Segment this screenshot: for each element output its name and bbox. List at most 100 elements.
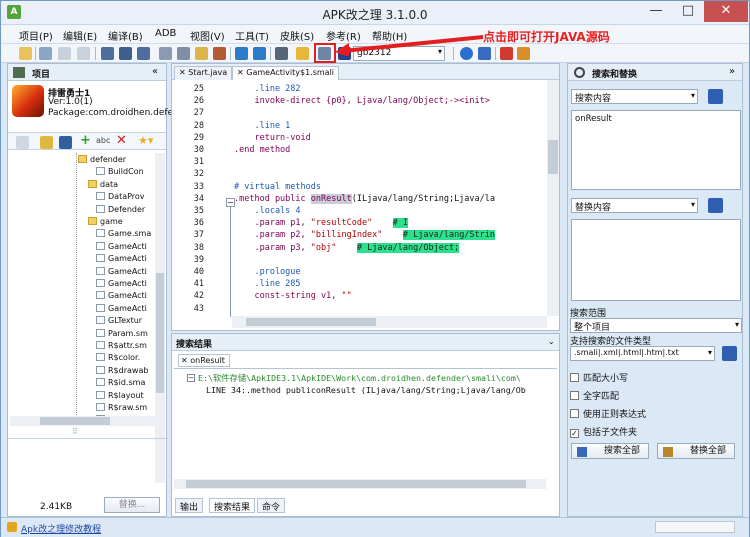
replace-dialog-button[interactable]: 替换... bbox=[104, 497, 160, 513]
delete-icon[interactable] bbox=[213, 47, 226, 60]
tree-folder[interactable]: data bbox=[88, 179, 118, 192]
open-icon[interactable] bbox=[19, 47, 32, 60]
tab-gameactivity-smali[interactable]: ✕ GameActivity$1.smali bbox=[232, 66, 340, 80]
tree-file[interactable]: GameActi bbox=[96, 303, 147, 316]
option-whole-word[interactable]: 全字匹配 bbox=[570, 389, 619, 402]
search-all-button[interactable]: 搜索全部 bbox=[571, 443, 649, 459]
menu-project[interactable]: 项目(P) bbox=[19, 28, 53, 43]
result-match-line[interactable]: LINE 34:.method publiconResult (ILjava/l… bbox=[206, 385, 526, 395]
tree-file-icon[interactable] bbox=[16, 136, 29, 149]
cut-icon[interactable] bbox=[159, 47, 172, 60]
tab-start-java[interactable]: ✕ Start.java bbox=[174, 66, 233, 80]
tree-file[interactable]: GameActi bbox=[96, 254, 147, 266]
replace-label-select[interactable]: 替换内容 ▾ bbox=[571, 198, 698, 213]
tree-save-icon[interactable] bbox=[59, 136, 72, 149]
maximize-button[interactable]: □ bbox=[673, 1, 703, 22]
scope-select[interactable]: 整个项目 ▾ bbox=[570, 318, 742, 333]
tree-file[interactable]: R$attr.sm bbox=[96, 341, 147, 353]
minimize-button[interactable]: — bbox=[641, 1, 671, 22]
code-token: # I bbox=[392, 218, 409, 229]
tree-file[interactable]: R$raw.sm bbox=[96, 403, 147, 415]
tutorial-link[interactable]: Apk改之理修改教程 bbox=[21, 522, 101, 535]
replace-input[interactable] bbox=[571, 219, 741, 301]
build-icon[interactable] bbox=[296, 47, 309, 60]
replace-all-button[interactable]: 替换全部 bbox=[657, 443, 735, 459]
project-version: Ver:1.0(1) bbox=[48, 97, 93, 107]
save-all-icon[interactable] bbox=[119, 47, 132, 60]
tree-folder-icon[interactable] bbox=[40, 136, 53, 149]
tree-file[interactable]: BuildCon bbox=[96, 167, 144, 179]
option-include-subfolders[interactable]: ✓ 包括子文件夹 bbox=[570, 425, 637, 438]
tree-folder[interactable]: game bbox=[88, 217, 123, 229]
redo-icon[interactable] bbox=[253, 47, 266, 60]
menu-build[interactable]: 编译(B) bbox=[108, 28, 143, 43]
code-token: .line 285 bbox=[234, 279, 301, 290]
expand-result-icon[interactable]: − bbox=[187, 374, 195, 382]
scissors-icon[interactable] bbox=[177, 47, 190, 60]
delete-node-icon[interactable]: ✕ bbox=[116, 133, 127, 148]
option-match-case[interactable]: 匹配大小写 bbox=[570, 371, 628, 384]
tab-output[interactable]: 输出 bbox=[175, 498, 204, 513]
line-number-gutter: 25 26 27 28 29 30 31 32 33 34 35 36 37 38 39 40 41 42 43 bbox=[174, 80, 232, 330]
code-token: # Ljava/lang/Strin bbox=[402, 230, 496, 241]
tree-file[interactable]: R$drawab bbox=[96, 365, 148, 378]
result-file-path[interactable]: E:\软件存储\ApkIDE3.1\ApkIDE\Work\com.droidh… bbox=[198, 372, 521, 384]
collapse-results-icon[interactable]: ⌄ bbox=[548, 337, 555, 346]
replace-options-icon[interactable] bbox=[708, 198, 723, 213]
rename-icon[interactable]: abc bbox=[96, 136, 110, 145]
undo-icon[interactable] bbox=[235, 47, 248, 60]
file-icon bbox=[96, 167, 105, 176]
menu-edit[interactable]: 编辑(E) bbox=[63, 28, 97, 43]
fold-toggle-icon[interactable]: − bbox=[226, 198, 235, 207]
menu-skin[interactable]: 皮肤(S) bbox=[280, 28, 314, 43]
record-icon[interactable] bbox=[500, 47, 513, 60]
tree-file[interactable]: Game.sma bbox=[96, 229, 151, 241]
editor-hscrollbar[interactable] bbox=[232, 316, 547, 328]
collapse-search-icon[interactable]: » bbox=[729, 66, 735, 77]
find-label-select[interactable]: 搜索内容 ▾ bbox=[571, 89, 698, 104]
panel-splitter-icon[interactable]: ⠿ bbox=[72, 427, 78, 436]
tree-file[interactable]: GameActi bbox=[96, 241, 147, 254]
new-icon[interactable] bbox=[39, 47, 52, 60]
tree-file[interactable]: GameActi bbox=[96, 279, 147, 291]
paste-icon[interactable] bbox=[77, 47, 90, 60]
results-hscrollbar[interactable] bbox=[174, 479, 546, 489]
find-icon[interactable] bbox=[275, 47, 288, 60]
find-options-icon[interactable] bbox=[708, 89, 723, 104]
menu-adb[interactable]: ADB bbox=[155, 28, 176, 39]
editor-vscrollbar[interactable] bbox=[547, 80, 559, 316]
tree-folder[interactable]: defender bbox=[78, 155, 126, 167]
code-line: .line 285 bbox=[234, 279, 301, 290]
file-types-edit-icon[interactable] bbox=[722, 346, 737, 361]
tree-file[interactable]: Defender bbox=[96, 204, 145, 217]
paste-clip-icon[interactable] bbox=[195, 47, 208, 60]
tree-file[interactable]: Param.sm bbox=[96, 328, 148, 341]
code-area[interactable]: .line 282 invoke-direct {p0}, Ljava/lang… bbox=[234, 80, 547, 316]
save-icon[interactable] bbox=[101, 47, 114, 60]
project-toolbar: + abc ✕ ★▾ bbox=[8, 132, 166, 150]
tree-file[interactable]: R$color. bbox=[96, 353, 140, 365]
menu-view[interactable]: 视图(V) bbox=[190, 28, 225, 43]
save-as-icon[interactable] bbox=[137, 47, 150, 60]
favorite-icon[interactable]: ★▾ bbox=[138, 134, 153, 147]
file-types-select[interactable]: .smali|.xml|.html|.htm|.txt ▾ bbox=[570, 346, 715, 361]
tree-scrollbar[interactable] bbox=[155, 153, 165, 483]
tree-file[interactable]: GLTextur bbox=[96, 316, 142, 328]
option-regex[interactable]: 使用正则表达式 bbox=[570, 407, 646, 420]
results-tab[interactable]: ✕ onResult bbox=[178, 354, 230, 367]
collapse-panel-icon[interactable]: « bbox=[152, 66, 158, 77]
tree-hscrollbar[interactable] bbox=[10, 416, 155, 426]
tree-file[interactable]: R$id.sma bbox=[96, 378, 145, 390]
tree-file[interactable]: DataProv bbox=[96, 192, 145, 204]
add-icon[interactable]: + bbox=[80, 133, 91, 148]
close-button[interactable]: ✕ bbox=[704, 1, 748, 22]
find-input[interactable]: onResult bbox=[571, 110, 741, 190]
tree-file[interactable]: GameActi bbox=[96, 266, 147, 279]
home-icon[interactable] bbox=[517, 47, 530, 60]
tree-file[interactable]: R$layout bbox=[96, 390, 144, 403]
menu-tools[interactable]: 工具(T) bbox=[235, 28, 269, 43]
tab-search-results[interactable]: 搜索结果 bbox=[209, 498, 256, 513]
tree-file[interactable]: GameActi bbox=[96, 291, 147, 303]
tab-command[interactable]: 命令 bbox=[257, 498, 286, 513]
copy-icon[interactable] bbox=[58, 47, 71, 60]
